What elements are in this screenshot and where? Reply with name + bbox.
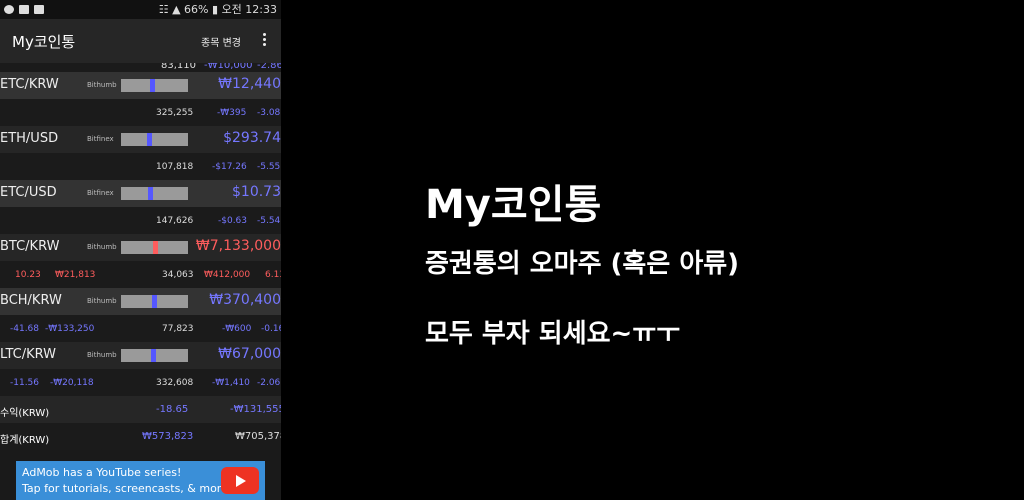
app-bar: My코인통 종목 변경 (0, 19, 281, 63)
percent: 6.13 (265, 270, 281, 280)
coin-row[interactable]: BCH/KRW Bithumb ₩370,400 -41.68 -₩133,25… (0, 288, 281, 342)
status-bar: ☷ ▲ 66% ▮ 오전 12:33 (0, 0, 281, 19)
percent: -0.16 (261, 324, 281, 334)
volume: 107,818 (156, 162, 194, 172)
volume: 77,823 (162, 324, 194, 334)
range-marker (150, 79, 155, 92)
coin-pair: ETH/USD (0, 131, 59, 146)
exchange-name: Bithumb (87, 81, 117, 89)
signal-icon: ▲ (172, 3, 181, 16)
percent: -2.86 (257, 63, 281, 71)
coin-row[interactable]: ETC/KRW Bithumb ₩12,440 325,255 -₩395 -3… (0, 72, 281, 126)
profit-label: 수익(KRW) (0, 408, 50, 419)
coin-list[interactable]: 83,110 -₩10,000 -2.86 ETC/KRW Bithumb ₩1… (0, 63, 281, 461)
range-marker (151, 349, 156, 362)
coin-pair: BCH/KRW (0, 293, 62, 308)
ad-line1: AdMob has a YouTube series! (22, 466, 182, 479)
coin-pair: LTC/KRW (0, 347, 56, 362)
profit-value: ₩21,813 (55, 270, 96, 280)
gallery-icon (19, 5, 29, 14)
promo-subtitle: 증권통의 오마주 (혹은 아류) (425, 249, 740, 279)
coin-row[interactable]: ETC/USD Bitfinex $10.73 147,626 -$0.63 -… (0, 180, 281, 234)
range-bar (121, 349, 188, 362)
range-bar (121, 241, 188, 254)
volume: 83,110 (161, 63, 196, 71)
volume: 34,063 (162, 270, 194, 280)
promo-tagline: 모두 부자 되세요~ㅠㅜ (425, 319, 681, 349)
phone-screen: ☷ ▲ 66% ▮ 오전 12:33 My코인통 종목 변경 83,110 -₩… (0, 0, 281, 500)
coin-pair: ETC/USD (0, 185, 57, 200)
price: ₩12,440 (218, 76, 281, 92)
price: ₩7,133,000 (195, 238, 281, 254)
message-icon (34, 5, 44, 14)
price: $10.73 (232, 184, 281, 200)
change: ₩412,000 (204, 270, 251, 280)
range-bar (121, 133, 188, 146)
volume: 325,255 (156, 108, 194, 118)
percent: -2.06 (257, 378, 281, 388)
range-marker (147, 133, 152, 146)
range-marker (152, 295, 157, 308)
coin-pair: BTC/KRW (0, 239, 60, 254)
volume: 147,626 (156, 216, 194, 226)
range-marker (148, 187, 153, 200)
exchange-name: Bithumb (87, 297, 117, 305)
change: -₩600 (222, 324, 252, 334)
profit-percent: -41.68 (10, 324, 40, 334)
price: ₩370,400 (209, 292, 281, 308)
range-bar (121, 79, 188, 92)
price: ₩67,000 (218, 346, 281, 362)
total-label: 합계(KRW) (0, 435, 50, 446)
range-bar (121, 295, 188, 308)
edit-coins-button[interactable]: 종목 변경 (201, 34, 241, 49)
overflow-menu-icon[interactable] (258, 31, 270, 51)
percent: -5.55 (257, 162, 281, 172)
range-bar (121, 187, 188, 200)
notification-icon (4, 5, 14, 14)
ad-banner[interactable]: AdMob has a YouTube series! Tap for tuto… (16, 461, 265, 500)
battery-percent: 66% (184, 3, 209, 16)
profit-percent: 10.23 (15, 270, 41, 280)
percent: -5.54 (257, 216, 281, 226)
exchange-name: Bitfinex (87, 189, 114, 197)
profit-row: 수익(KRW) -18.65 -₩131,555 (0, 396, 281, 423)
app-title: My코인통 (12, 33, 76, 51)
coin-pair: ETC/KRW (0, 77, 59, 92)
coin-row[interactable]: ETH/USD Bitfinex $293.74 107,818 -$17.26… (0, 126, 281, 180)
profit-percent: -11.56 (10, 378, 40, 388)
range-marker (153, 241, 158, 254)
profit-value: -₩131,555 (230, 404, 281, 415)
coin-row[interactable]: LTC/KRW Bithumb ₩67,000 -11.56 -₩20,118 … (0, 342, 281, 396)
promo-title: My코인통 (425, 182, 602, 228)
change: -$0.63 (218, 216, 248, 226)
total-row: 합계(KRW) ₩573,823 ₩705,378 (0, 423, 281, 450)
profit-value: -₩20,118 (50, 378, 94, 388)
youtube-icon (221, 467, 259, 494)
battery-icon: ▮ (212, 3, 219, 16)
change: -$17.26 (212, 162, 247, 172)
change: -₩395 (217, 108, 247, 118)
total-value: ₩573,823 (142, 431, 194, 442)
profit-value: -₩133,250 (45, 324, 95, 334)
change: -₩1,410 (212, 378, 250, 388)
percent: -3.08 (257, 108, 281, 118)
exchange-name: Bithumb (87, 243, 117, 251)
wifi-icon: ☷ (158, 3, 169, 16)
volume: 332,608 (156, 378, 194, 388)
exchange-name: Bitfinex (87, 135, 114, 143)
exchange-name: Bithumb (87, 351, 117, 359)
ad-line2: Tap for tutorials, screencasts, & more. (22, 482, 232, 495)
change: -₩10,000 (204, 63, 253, 71)
total-value-current: ₩705,378 (235, 431, 281, 442)
profit-percent: -18.65 (156, 404, 189, 415)
clock: 오전 12:33 (221, 3, 277, 16)
partial-stat-row: 83,110 -₩10,000 -2.86 (0, 63, 281, 72)
coin-row[interactable]: BTC/KRW Bithumb ₩7,133,000 10.23 ₩21,813… (0, 234, 281, 288)
price: $293.74 (223, 130, 281, 146)
